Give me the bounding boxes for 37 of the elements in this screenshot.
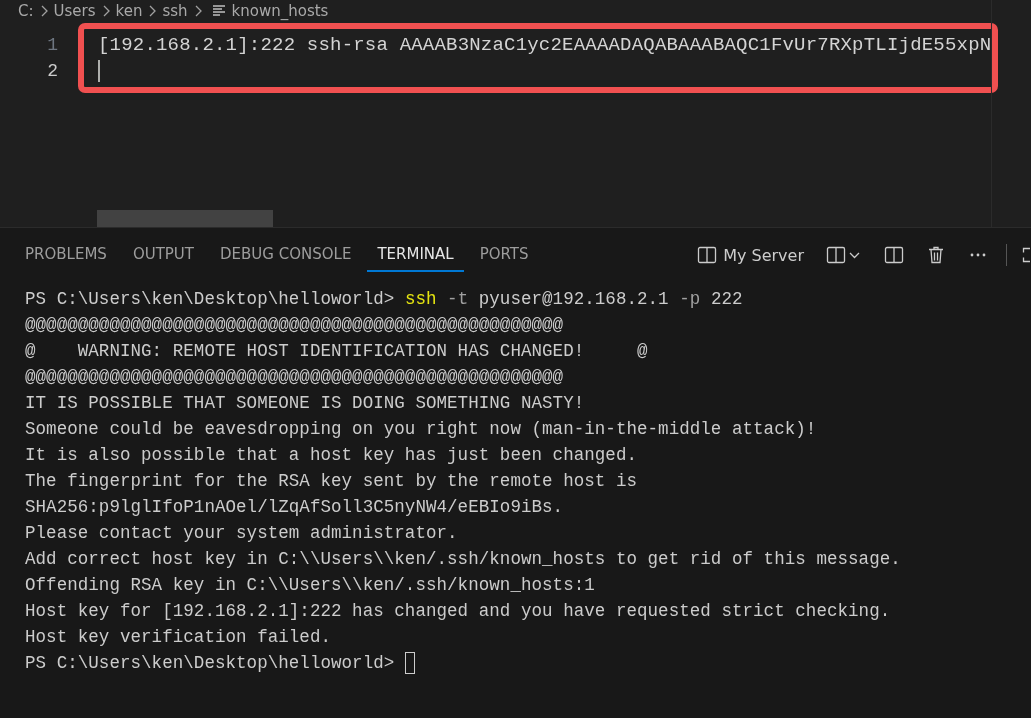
terminal-line: @@@@@@@@@@@@@@@@@@@@@@@@@@@@@@@@@@@@@@@@@@@@@@@@@@@ [25, 367, 564, 387]
breadcrumb-item[interactable]: ken [115, 2, 143, 20]
terminal-line: IT IS POSSIBLE THAT SOMEONE IS DOING SOMETHING NASTY! [25, 393, 585, 413]
terminal-line: The fingerprint for the RSA key sent by the remote host is [25, 471, 637, 491]
lines-icon [211, 5, 226, 17]
terminal-line: PS C:\Users\ken\Desktop\helloworld> ssh -t pyuser@192.168.2.1 -p 222 [25, 289, 743, 309]
chevron-icon [101, 5, 110, 17]
chevron-icon [39, 5, 48, 17]
terminal-line: Host key verification failed. [25, 627, 331, 647]
terminal-line: Add correct host key in C:\\Users\\ken/.ssh/known_hosts to get rid of this message. [25, 549, 901, 569]
terminal-selector[interactable]: My Server [693, 241, 808, 269]
text-caret [98, 60, 100, 82]
panel-tab[interactable]: PROBLEMS [15, 238, 117, 272]
terminal-line: SHA256:p9lglIfoP1nAOel/lZqAfSoll3C5nyNW4/eEBIo9iBs. [25, 497, 564, 517]
terminal-line: Please contact your system administrator. [25, 523, 458, 543]
scrollbar-thumb[interactable] [97, 210, 273, 227]
code-line: [192.168.2.1]:222 ssh-rsa AAAAB3NzaC1yc2EAAAADAQABAAABAQC1FvUr7RXpTLIjdE55xpN [98, 34, 992, 56]
chevron-icon [193, 5, 202, 17]
terminal-line: @ WARNING: REMOTE HOST IDENTIFICATION HAS CHANGED! @ [25, 341, 648, 361]
panel-tab[interactable]: TERMINAL [367, 238, 464, 272]
terminal-line: It is also possible that a host key has just been changed. [25, 445, 637, 465]
breadcrumb-item[interactable]: known_hosts [231, 2, 329, 20]
split-icon [697, 245, 718, 265]
breadcrumb-item[interactable]: ssh [162, 2, 188, 20]
panel-tab[interactable]: PORTS [469, 238, 539, 272]
breadcrumb-item[interactable]: C: [18, 2, 34, 20]
terminal-line: Someone could be eavesdropping on you right now (man-in-the-middle attack)! [25, 419, 817, 439]
line-number: 2 [46, 61, 59, 81]
chevron-icon [148, 5, 157, 17]
breadcrumb-item[interactable]: Users [53, 2, 96, 20]
terminal-line: @@@@@@@@@@@@@@@@@@@@@@@@@@@@@@@@@@@@@@@@@@@@@@@@@@@ [25, 315, 564, 335]
terminal-line: Offending RSA key in C:\\Users\\ken/.ssh/known_hosts:1 [25, 575, 595, 595]
line-number: 1 [46, 35, 59, 55]
panel-tab[interactable]: OUTPUT [122, 238, 204, 272]
terminal-line: Host key for [192.168.2.1]:222 has changed and you have requested strict checking. [25, 601, 891, 621]
panel-tab[interactable]: DEBUG CONSOLE [210, 238, 362, 272]
terminal-line: PS C:\Users\ken\Desktop\helloworld> [25, 653, 396, 673]
